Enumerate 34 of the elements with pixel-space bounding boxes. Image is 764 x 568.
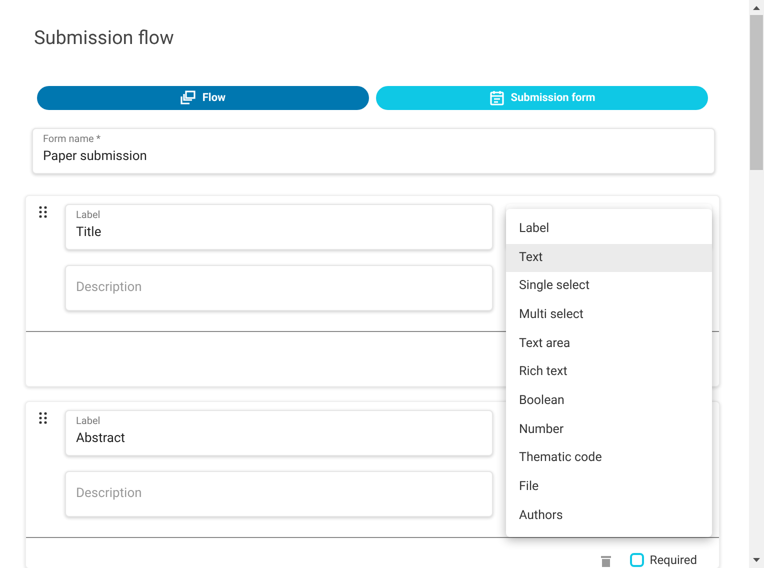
menu-item[interactable]: Multi select <box>506 301 712 330</box>
menu-item[interactable]: Thematic code <box>506 444 712 474</box>
menu-item[interactable]: Text <box>506 244 712 272</box>
menu-item[interactable]: Rich text <box>506 358 712 388</box>
description-field[interactable]: Description <box>65 265 493 311</box>
drag-handle-icon[interactable] <box>39 412 47 424</box>
drag-handle-icon[interactable] <box>39 206 47 218</box>
menu-item[interactable]: Authors <box>506 502 712 531</box>
menu-item[interactable]: File <box>506 473 712 502</box>
trash-icon[interactable] <box>600 555 612 567</box>
field-label: Label <box>76 415 102 428</box>
field-input[interactable]: Description <box>76 484 482 504</box>
field-label: Label <box>76 209 102 222</box>
menu-item[interactable]: Label <box>506 215 712 244</box>
field-value: Abstract <box>76 431 126 447</box>
text-field[interactable]: Form name * Paper submission <box>32 128 715 174</box>
tab[interactable]: Flow <box>37 86 369 110</box>
text-field[interactable]: Label Abstract <box>65 410 493 456</box>
menu-item[interactable]: Boolean <box>506 387 712 416</box>
required-checkbox[interactable] <box>630 553 644 567</box>
calendar-icon <box>488 90 505 106</box>
field-input[interactable]: Description <box>76 278 482 298</box>
stacked-squares-icon <box>180 90 196 106</box>
field-label: Form name * <box>43 133 102 146</box>
page-title: Submission flow <box>33 25 175 50</box>
scrollbar-drawing[interactable] <box>749 0 764 568</box>
description-field[interactable]: Description <box>65 471 493 517</box>
menu-item[interactable]: Number <box>506 416 712 444</box>
menu-item[interactable]: Single select <box>506 272 712 302</box>
menu-item[interactable]: Text area <box>506 330 712 358</box>
field-value: Paper submission <box>43 149 148 165</box>
field-value: Title <box>76 225 102 241</box>
text-field[interactable]: Label Title <box>65 204 493 250</box>
required-label: Required <box>650 554 697 566</box>
